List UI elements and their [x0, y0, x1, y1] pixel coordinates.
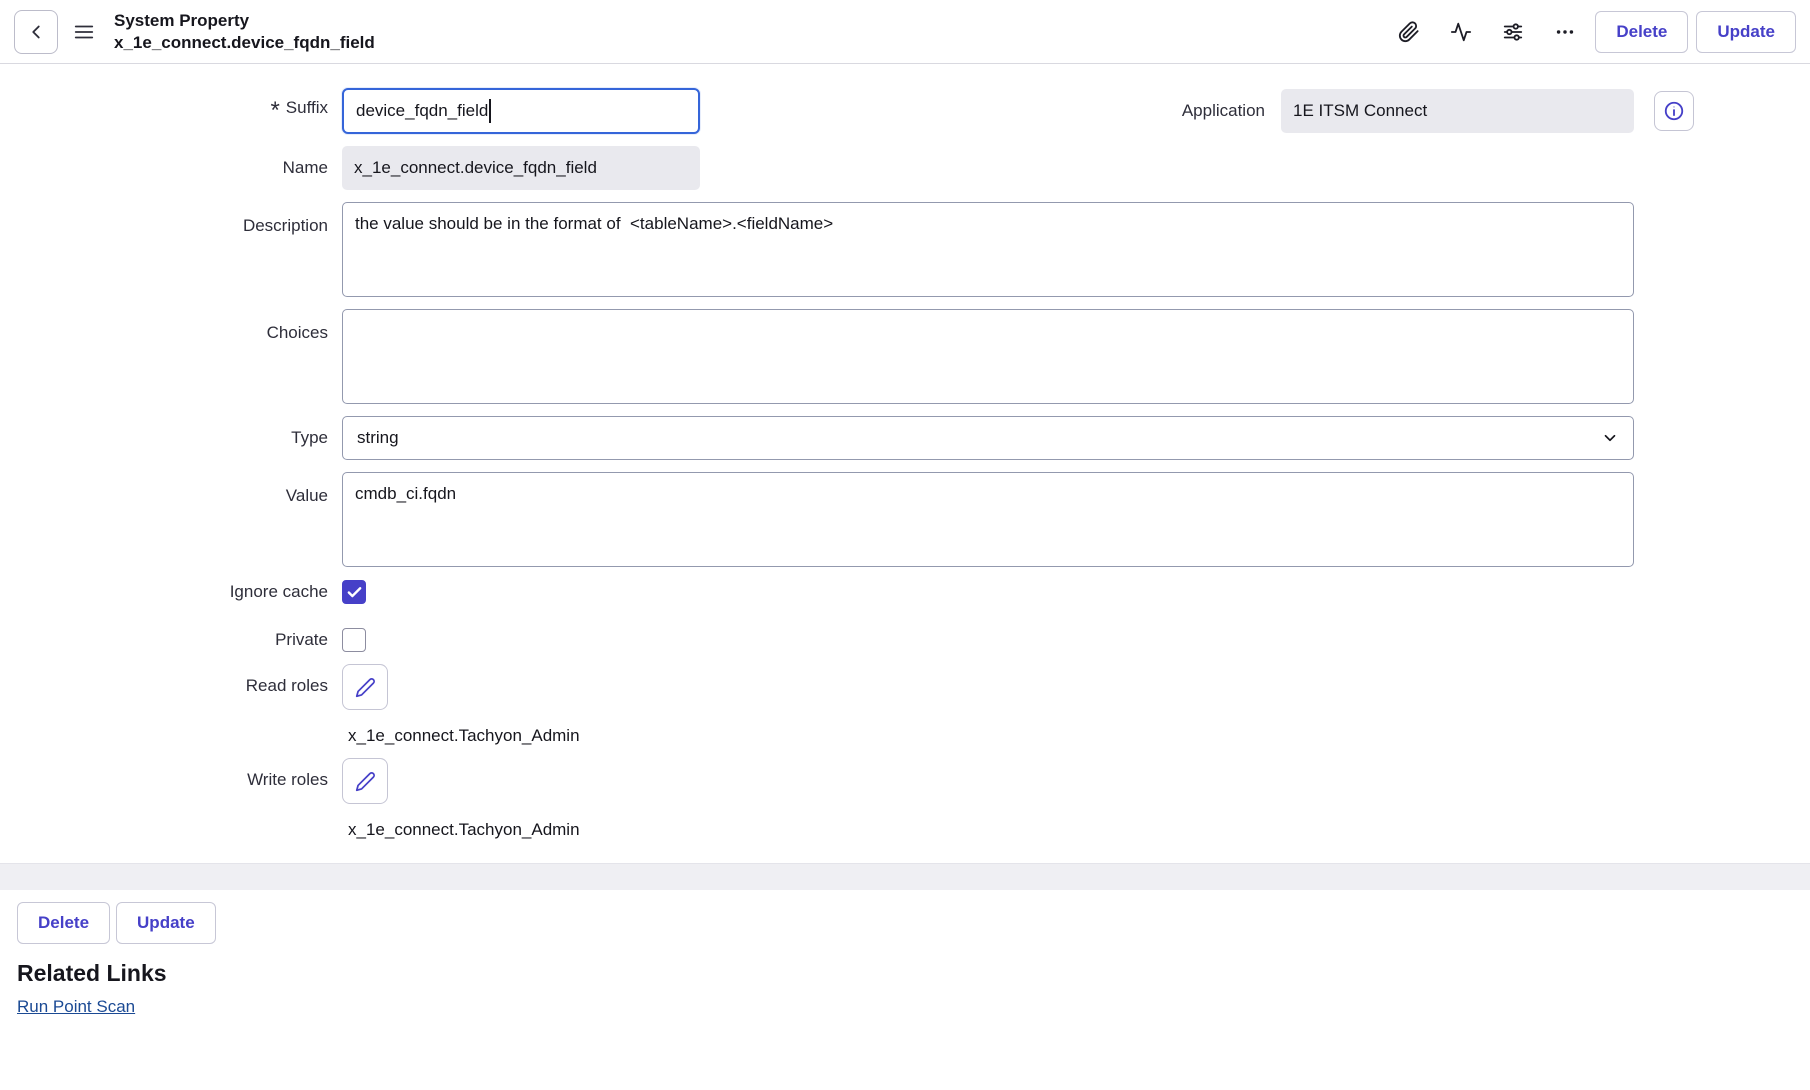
pencil-icon	[355, 677, 376, 698]
related-links-title: Related Links	[17, 960, 1793, 987]
update-button-footer[interactable]: Update	[116, 902, 216, 944]
context-menu-button[interactable]	[64, 12, 104, 52]
write-roles-edit-button[interactable]	[342, 758, 388, 804]
read-roles-row: Read roles x_1e_connect.Tachyon_Admin	[0, 664, 1810, 746]
write-roles-row: Write roles x_1e_connect.Tachyon_Admin	[0, 758, 1810, 840]
section-divider	[0, 863, 1810, 890]
ignore-cache-row: Ignore cache	[0, 580, 1810, 604]
write-roles-value: x_1e_connect.Tachyon_Admin	[348, 820, 580, 840]
info-icon	[1663, 100, 1685, 122]
sliders-icon	[1502, 21, 1524, 43]
read-roles-value: x_1e_connect.Tachyon_Admin	[348, 726, 580, 746]
description-textarea[interactable]: the value should be in the format of <ta…	[342, 202, 1634, 297]
activity-stream-button[interactable]	[1439, 10, 1483, 54]
title-block: System Property x_1e_connect.device_fqdn…	[114, 10, 375, 53]
suffix-label: * Suffix	[0, 97, 342, 125]
read-roles-label: Read roles	[0, 664, 342, 696]
ellipsis-icon	[1554, 21, 1576, 43]
activity-icon	[1450, 21, 1472, 43]
ignore-cache-checkbox[interactable]	[342, 580, 366, 604]
application-label: Application	[1182, 101, 1281, 121]
text-caret	[489, 99, 491, 123]
suffix-input-value: device_fqdn_field	[356, 101, 488, 121]
required-marker: *	[270, 97, 279, 124]
application-group: Application	[1182, 89, 1694, 133]
choices-label: Choices	[0, 309, 342, 343]
type-label: Type	[0, 428, 342, 448]
private-checkbox[interactable]	[342, 628, 366, 652]
attachment-button[interactable]	[1387, 10, 1431, 54]
check-icon	[346, 584, 363, 601]
value-textarea[interactable]: cmdb_ci.fqdn	[342, 472, 1634, 567]
pencil-icon	[355, 771, 376, 792]
description-row: Description the value should be in the f…	[0, 202, 1810, 297]
type-select-value: string	[357, 428, 399, 448]
chevron-left-icon	[25, 21, 47, 43]
form-footer: Delete Update Related Links Run Point Sc…	[0, 890, 1810, 1017]
value-label: Value	[0, 472, 342, 506]
paperclip-icon	[1398, 21, 1420, 43]
choices-textarea[interactable]	[342, 309, 1634, 404]
suffix-label-text: Suffix	[286, 98, 328, 117]
name-input[interactable]	[342, 146, 700, 190]
back-button[interactable]	[14, 10, 58, 54]
update-button-header[interactable]: Update	[1696, 11, 1796, 53]
write-roles-field: x_1e_connect.Tachyon_Admin	[342, 758, 580, 840]
description-label: Description	[0, 202, 342, 236]
personalize-form-button[interactable]	[1491, 10, 1535, 54]
choices-row: Choices	[0, 309, 1810, 404]
suffix-input[interactable]: device_fqdn_field	[342, 88, 700, 134]
ignore-cache-label: Ignore cache	[0, 582, 342, 602]
private-row: Private	[0, 628, 1810, 652]
name-label: Name	[0, 158, 342, 178]
application-input[interactable]	[1281, 89, 1634, 133]
write-roles-label: Write roles	[0, 758, 342, 790]
delete-button-footer[interactable]: Delete	[17, 902, 110, 944]
private-label: Private	[0, 630, 342, 650]
form-header: System Property x_1e_connect.device_fqdn…	[0, 0, 1810, 64]
system-property-form: * Suffix device_fqdn_field Application Na…	[0, 64, 1810, 840]
record-name-subtitle: x_1e_connect.device_fqdn_field	[114, 32, 375, 53]
page-title: System Property	[114, 10, 375, 31]
read-roles-field: x_1e_connect.Tachyon_Admin	[342, 664, 580, 746]
header-actions: Delete Update	[1387, 10, 1796, 54]
application-info-button[interactable]	[1654, 91, 1694, 131]
run-point-scan-link[interactable]: Run Point Scan	[17, 997, 135, 1017]
type-row: Type string	[0, 416, 1810, 460]
read-roles-edit-button[interactable]	[342, 664, 388, 710]
delete-button-header[interactable]: Delete	[1595, 11, 1688, 53]
hamburger-icon	[73, 21, 95, 43]
chevron-down-icon	[1601, 429, 1619, 447]
suffix-application-row: * Suffix device_fqdn_field Application	[0, 88, 1810, 134]
name-row: Name	[0, 146, 1810, 190]
value-row: Value cmdb_ci.fqdn	[0, 472, 1810, 567]
more-options-button[interactable]	[1543, 10, 1587, 54]
type-select[interactable]: string	[342, 416, 1634, 460]
footer-buttons: Delete Update	[17, 902, 1793, 944]
